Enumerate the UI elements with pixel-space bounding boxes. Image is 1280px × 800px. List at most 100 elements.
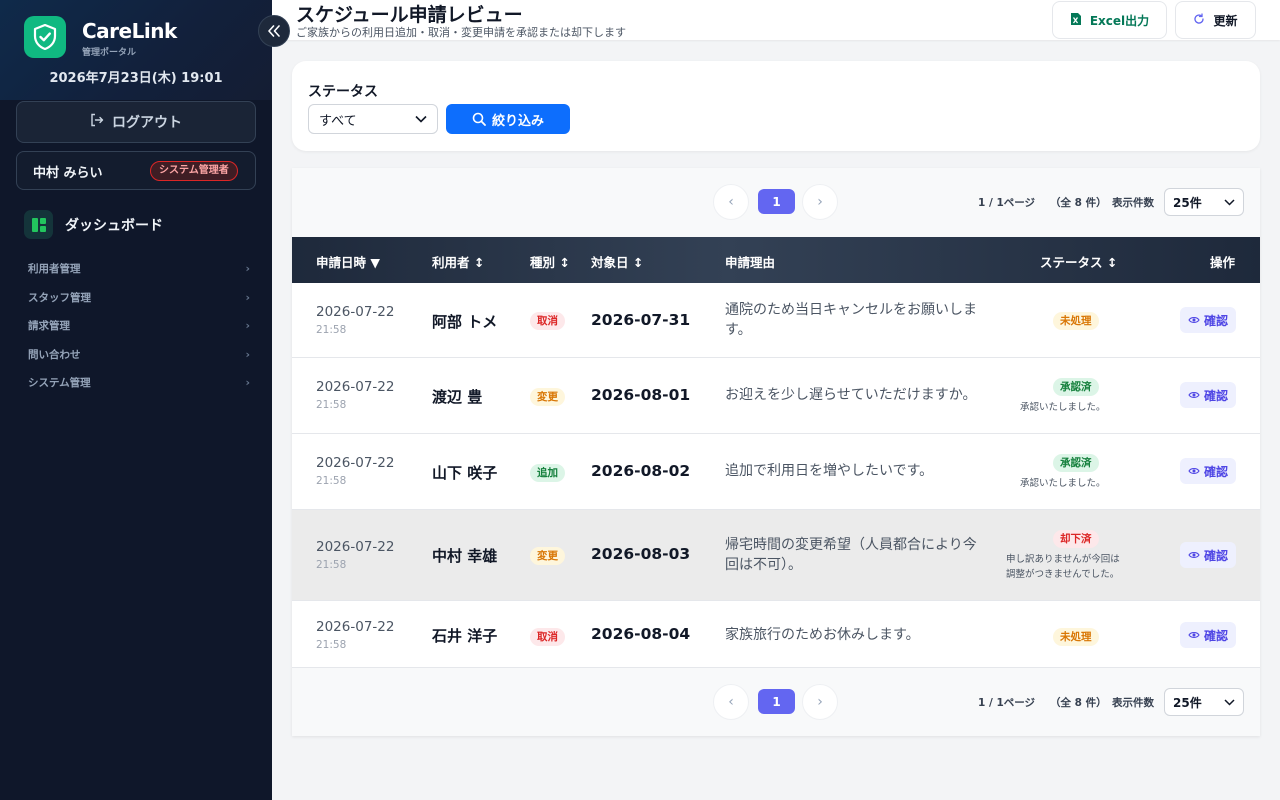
- request-reason: 家族旅行のためお休みします。: [725, 627, 920, 643]
- pagination-bottom: ‹ 1 › 1 / 1ページ （全 8 件） 表示件数 25件: [292, 668, 1260, 738]
- request-date: 2026-07-22: [316, 455, 395, 471]
- page-header: スケジュール申請レビュー ご家族からの利用日追加・取消・変更申請を承認または却下…: [272, 0, 1280, 40]
- page-size-select[interactable]: 25件: [1164, 188, 1244, 216]
- sidebar-item-system[interactable]: システム管理 ›: [28, 372, 250, 392]
- user-name: 阿部 トメ: [432, 313, 498, 331]
- confirm-label: 確認: [1203, 548, 1228, 563]
- confirm-button[interactable]: 確認: [1180, 458, 1236, 484]
- page-size-label: 表示件数: [1112, 697, 1154, 709]
- status-filter-label: ステータス: [308, 84, 378, 100]
- status-badge: 却下済: [1053, 530, 1099, 548]
- request-time: 21:58: [316, 559, 347, 571]
- confirm-label: 確認: [1203, 313, 1228, 328]
- col-request-datetime[interactable]: 申請日時 ▼: [316, 252, 380, 271]
- eye-icon: [1188, 632, 1200, 638]
- current-page-button[interactable]: 1: [758, 189, 795, 214]
- pagination-top: ‹ 1 › 1 / 1ページ （全 8 件） 表示件数 25件: [292, 168, 1260, 238]
- refresh-icon: [1193, 12, 1205, 28]
- type-badge: 変更: [530, 388, 565, 406]
- status-badge: 未処理: [1053, 312, 1099, 330]
- confirm-label: 確認: [1203, 388, 1228, 403]
- chevron-right-icon: ›: [245, 261, 250, 275]
- table-row: 2026-07-22 21:58 阿部 トメ 取消 2026-07-31 通院の…: [292, 283, 1260, 358]
- col-status[interactable]: ステータス ↕: [1040, 252, 1117, 271]
- confirm-button[interactable]: 確認: [1180, 622, 1236, 648]
- target-date: 2026-08-03: [591, 545, 691, 563]
- sidebar-item-inquiries[interactable]: 問い合わせ ›: [28, 344, 250, 364]
- sidebar-collapse-button[interactable]: [258, 15, 290, 47]
- page-size-value: 25件: [1173, 695, 1202, 710]
- page-info: 1 / 1ページ: [978, 697, 1036, 709]
- sidebar-item-dashboard[interactable]: ダッシュボード: [24, 210, 163, 239]
- excel-export-button[interactable]: Excel出力: [1052, 1, 1167, 39]
- prev-page-button[interactable]: ‹: [713, 684, 749, 720]
- col-reason: 申請理由: [725, 255, 776, 270]
- page-size-select[interactable]: 25件: [1164, 688, 1244, 716]
- confirm-label: 確認: [1203, 628, 1228, 643]
- request-date: 2026-07-22: [316, 304, 395, 320]
- col-type[interactable]: 種別 ↕: [530, 252, 570, 271]
- request-reason: お迎えを少し遅らせていただけますか。: [725, 387, 977, 403]
- current-page-button[interactable]: 1: [758, 689, 795, 714]
- status-badge: 承認済: [1053, 378, 1099, 396]
- total-count: （全 8 件）: [1050, 197, 1107, 209]
- brand-name: CareLink: [82, 19, 177, 43]
- chevron-right-icon: ›: [245, 290, 250, 304]
- chevron-left-icon: ‹: [728, 194, 734, 210]
- eye-icon: [1188, 392, 1200, 398]
- chevron-down-icon: [415, 115, 427, 123]
- type-badge: 追加: [530, 464, 565, 482]
- chevron-down-icon: [1224, 698, 1235, 706]
- logout-button[interactable]: ログアウト: [16, 101, 256, 143]
- page-subtitle: ご家族からの利用日追加・取消・変更申請を承認または却下します: [296, 26, 626, 39]
- chevron-right-icon: ›: [245, 375, 250, 389]
- type-badge: 取消: [530, 628, 565, 646]
- sidebar-item-staff[interactable]: スタッフ管理 ›: [28, 287, 250, 307]
- user-name: 中村 幸雄: [432, 547, 498, 565]
- role-badge: システム管理者: [150, 161, 238, 181]
- status-note: 承認いたしました。: [1020, 478, 1106, 489]
- logout-icon: [90, 113, 104, 131]
- prev-page-button[interactable]: ‹: [713, 184, 749, 220]
- page-size-value: 25件: [1173, 195, 1202, 210]
- logout-label: ログアウト: [112, 115, 182, 131]
- confirm-label: 確認: [1203, 464, 1228, 479]
- request-time: 21:58: [316, 399, 347, 411]
- dashboard-icon: [24, 210, 53, 239]
- confirm-button[interactable]: 確認: [1180, 542, 1236, 568]
- col-user[interactable]: 利用者 ↕: [432, 252, 484, 271]
- status-note: 承認いたしました。: [1020, 402, 1106, 413]
- request-time: 21:58: [316, 639, 347, 651]
- next-page-button[interactable]: ›: [802, 684, 838, 720]
- chevron-left-icon: ‹: [728, 694, 734, 710]
- user-name: 石井 洋子: [432, 627, 498, 645]
- status-select[interactable]: すべて: [308, 104, 438, 134]
- confirm-button[interactable]: 確認: [1180, 382, 1236, 408]
- user-name: 山下 咲子: [432, 464, 498, 482]
- type-badge: 取消: [530, 312, 565, 330]
- table-row: 2026-07-22 21:58 中村 幸雄 変更 2026-08-03 帰宅時…: [292, 510, 1260, 601]
- sidebar-header: CareLink 管理ポータル 2026年7月23日(木) 19:01: [0, 0, 272, 100]
- shield-logo-icon: [24, 16, 66, 58]
- refresh-button[interactable]: 更新: [1175, 1, 1256, 39]
- next-page-button[interactable]: ›: [802, 184, 838, 220]
- total-count: （全 8 件）: [1050, 697, 1107, 709]
- col-actions: 操作: [1210, 255, 1236, 270]
- request-date: 2026-07-22: [316, 619, 395, 635]
- refresh-label: 更新: [1213, 13, 1238, 28]
- sidebar-item-users[interactable]: 利用者管理 ›: [28, 258, 250, 278]
- status-note: 調整がつきませんでした。: [1006, 569, 1120, 580]
- sidebar: CareLink 管理ポータル 2026年7月23日(木) 19:01 ログアウ…: [0, 0, 272, 800]
- status-badge: 承認済: [1053, 454, 1099, 472]
- table-row: 2026-07-22 21:58 石井 洋子 取消 2026-08-04 家族旅…: [292, 601, 1260, 668]
- request-time: 21:58: [316, 475, 347, 487]
- type-badge: 変更: [530, 547, 565, 565]
- confirm-button[interactable]: 確認: [1180, 307, 1236, 333]
- table-header: 申請日時 ▼ 利用者 ↕ 種別 ↕ 対象日 ↕ 申請理由 ステータス ↕ 操作: [292, 237, 1260, 283]
- filter-button[interactable]: 絞り込み: [446, 104, 570, 134]
- search-icon: [472, 112, 486, 126]
- col-target-date[interactable]: 対象日 ↕: [591, 252, 643, 271]
- request-reason: 帰宅時間の変更希望（人員都合により今回は不可）。: [725, 537, 977, 573]
- request-reason: 通院のため当日キャンセルをお願いします。: [725, 302, 977, 338]
- sidebar-item-billing[interactable]: 請求管理 ›: [28, 315, 250, 335]
